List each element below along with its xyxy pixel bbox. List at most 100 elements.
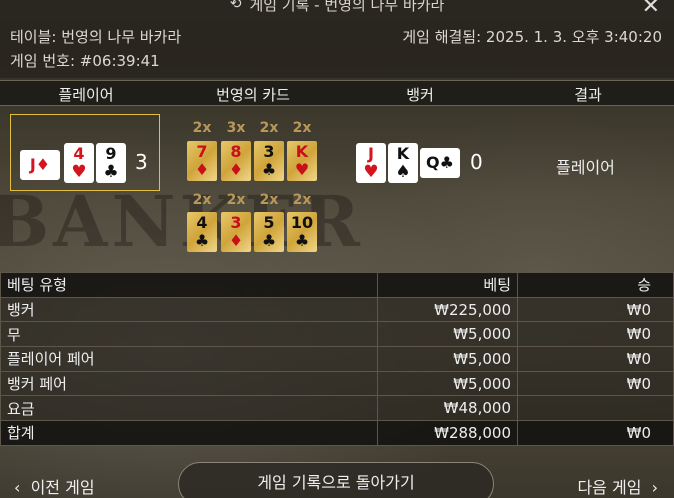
footer-nav: ‹ 이전 게임 게임 기록으로 돌아가기 다음 게임 › bbox=[0, 458, 674, 498]
history-icon: ⟲ bbox=[229, 0, 242, 12]
card-suit: ♦ bbox=[35, 155, 51, 174]
game-number: 게임 번호: #06:39:41 bbox=[10, 52, 160, 70]
card-suit: ♥ bbox=[363, 162, 379, 182]
card-rank: 4 bbox=[196, 213, 208, 232]
chevron-left-icon: ‹ bbox=[14, 478, 21, 497]
player-card: J♦ bbox=[20, 150, 60, 180]
card-suit: ♣ bbox=[261, 160, 277, 179]
card-rank: 9 bbox=[105, 144, 117, 163]
bets-table: 베팅 유형 베팅 승 뱅커 ₩225,000 ₩0 무 ₩5,000 ₩0 플레… bbox=[0, 272, 674, 446]
close-icon[interactable]: ✕ bbox=[642, 0, 660, 19]
prosperity-card: K ♥ bbox=[287, 141, 317, 181]
total-row: 합계 ₩288,000 ₩0 bbox=[0, 420, 674, 446]
banker-card: Q♣ bbox=[420, 148, 460, 178]
multiplier-label: 2x bbox=[292, 120, 312, 136]
bet-amount: ₩5,000 bbox=[377, 346, 518, 372]
next-game-link[interactable]: 다음 게임 › bbox=[577, 474, 658, 498]
card-rank: 7 bbox=[196, 142, 208, 161]
win-amount: ₩0 bbox=[517, 321, 674, 348]
card-suit: ♦ bbox=[228, 231, 244, 250]
bet-amount: ₩225,000 bbox=[377, 296, 518, 323]
table-row: 무 ₩5,000 ₩0 bbox=[0, 321, 674, 348]
table-row: 플레이어 페어 ₩5,000 ₩0 bbox=[0, 346, 674, 372]
banker-card: J ♥ bbox=[356, 143, 386, 183]
win-amount: ₩0 bbox=[517, 346, 674, 372]
prosperity-card: 3 ♣ bbox=[254, 141, 284, 181]
card-rank: 3 bbox=[263, 142, 275, 161]
multiplier-label: 3x bbox=[226, 120, 246, 136]
multiplier-label: 2x bbox=[192, 120, 212, 136]
header-bet: 베팅 bbox=[377, 272, 518, 298]
chevron-right-icon: › bbox=[651, 478, 658, 497]
bet-amount: ₩48,000 bbox=[377, 395, 518, 422]
total-bet: ₩288,000 bbox=[377, 420, 518, 446]
bet-amount: ₩5,000 bbox=[377, 321, 518, 348]
multiplier-label: 2x bbox=[226, 192, 246, 208]
header-win: 승 bbox=[517, 272, 674, 298]
prosperity-card: 4 ♣ bbox=[187, 212, 217, 252]
card-suit: ♣ bbox=[194, 231, 210, 250]
card-rank: J bbox=[368, 144, 374, 163]
column-player: 플레이어 bbox=[58, 86, 114, 104]
resolved-time: 게임 해결됨: 2025. 1. 3. 오후 3:40:20 bbox=[402, 28, 662, 46]
card-rank: 3 bbox=[230, 213, 242, 232]
multiplier-label: 2x bbox=[192, 192, 212, 208]
bet-type: 뱅커 bbox=[0, 296, 378, 323]
table-name: 테이블: 번영의 나무 바카라 bbox=[10, 28, 182, 46]
multiplier-label: 2x bbox=[259, 120, 279, 136]
card-suit: ♣ bbox=[294, 231, 310, 250]
table-row: 요금 ₩48,000 bbox=[0, 395, 674, 422]
bet-type: 플레이어 페어 bbox=[0, 346, 378, 372]
card-suit: ♣ bbox=[261, 231, 277, 250]
total-label: 합계 bbox=[0, 420, 378, 446]
column-banker: 뱅커 bbox=[406, 86, 434, 104]
bet-type: 무 bbox=[0, 321, 378, 348]
prosperity-card: 10 ♣ bbox=[287, 212, 317, 252]
back-label: 게임 기록으로 돌아가기 bbox=[257, 473, 415, 492]
bet-type: 요금 bbox=[0, 395, 378, 422]
multiplier-label: 2x bbox=[292, 192, 312, 208]
result-label: 플레이어 bbox=[556, 158, 615, 177]
card-rank: 8 bbox=[230, 142, 242, 161]
win-amount: ₩0 bbox=[517, 296, 674, 323]
win-amount bbox=[517, 395, 674, 422]
card-rank: 4 bbox=[73, 144, 85, 163]
title-bar: ⟲ 게임 기록 - 번영의 나무 바카라 ✕ bbox=[0, 0, 674, 20]
card-suit: ♠ bbox=[395, 162, 411, 182]
card-suit: ♣ bbox=[439, 153, 454, 172]
multiplier-label: 2x bbox=[259, 192, 279, 208]
back-to-history-button[interactable]: 게임 기록으로 돌아가기 bbox=[178, 462, 494, 498]
player-card: 4 ♥ bbox=[64, 143, 94, 183]
prev-game-label: 이전 게임 bbox=[30, 478, 95, 497]
card-suit: ♣ bbox=[103, 162, 119, 182]
card-rank: 10 bbox=[290, 213, 314, 232]
window-title: 게임 기록 - 번영의 나무 바카라 bbox=[249, 0, 445, 14]
card-rank: 5 bbox=[263, 213, 275, 232]
bet-type: 뱅커 페어 bbox=[0, 370, 378, 397]
card-rank: K bbox=[396, 144, 410, 163]
bets-header-row: 베팅 유형 베팅 승 bbox=[0, 272, 674, 298]
banker-score: 0 bbox=[470, 150, 483, 174]
prosperity-card: 8 ♦ bbox=[221, 141, 251, 181]
card-suit: ♥ bbox=[294, 160, 310, 179]
player-card: 9 ♣ bbox=[96, 143, 126, 183]
card-rank: K bbox=[295, 142, 309, 161]
bet-amount: ₩5,000 bbox=[377, 370, 518, 397]
column-result: 결과 bbox=[574, 86, 602, 104]
columns-header: 플레이어 번영의 카드 뱅커 결과 bbox=[0, 80, 674, 106]
next-game-label: 다음 게임 bbox=[577, 478, 642, 497]
prosperity-card: 3 ♦ bbox=[221, 212, 251, 252]
prev-game-link[interactable]: ‹ 이전 게임 bbox=[14, 474, 95, 498]
header-bet-type: 베팅 유형 bbox=[0, 272, 378, 298]
card-suit: ♦ bbox=[228, 160, 244, 179]
card-suit: ♦ bbox=[194, 160, 210, 179]
prosperity-card: 5 ♣ bbox=[254, 212, 284, 252]
column-prosperity: 번영의 카드 bbox=[216, 86, 290, 104]
banker-card: K ♠ bbox=[388, 143, 418, 183]
player-score: 3 bbox=[135, 150, 148, 174]
table-row: 뱅커 페어 ₩5,000 ₩0 bbox=[0, 370, 674, 397]
card-rank: Q bbox=[426, 153, 440, 172]
prosperity-card: 7 ♦ bbox=[187, 141, 217, 181]
table-row: 뱅커 ₩225,000 ₩0 bbox=[0, 296, 674, 323]
card-suit: ♥ bbox=[71, 162, 87, 182]
